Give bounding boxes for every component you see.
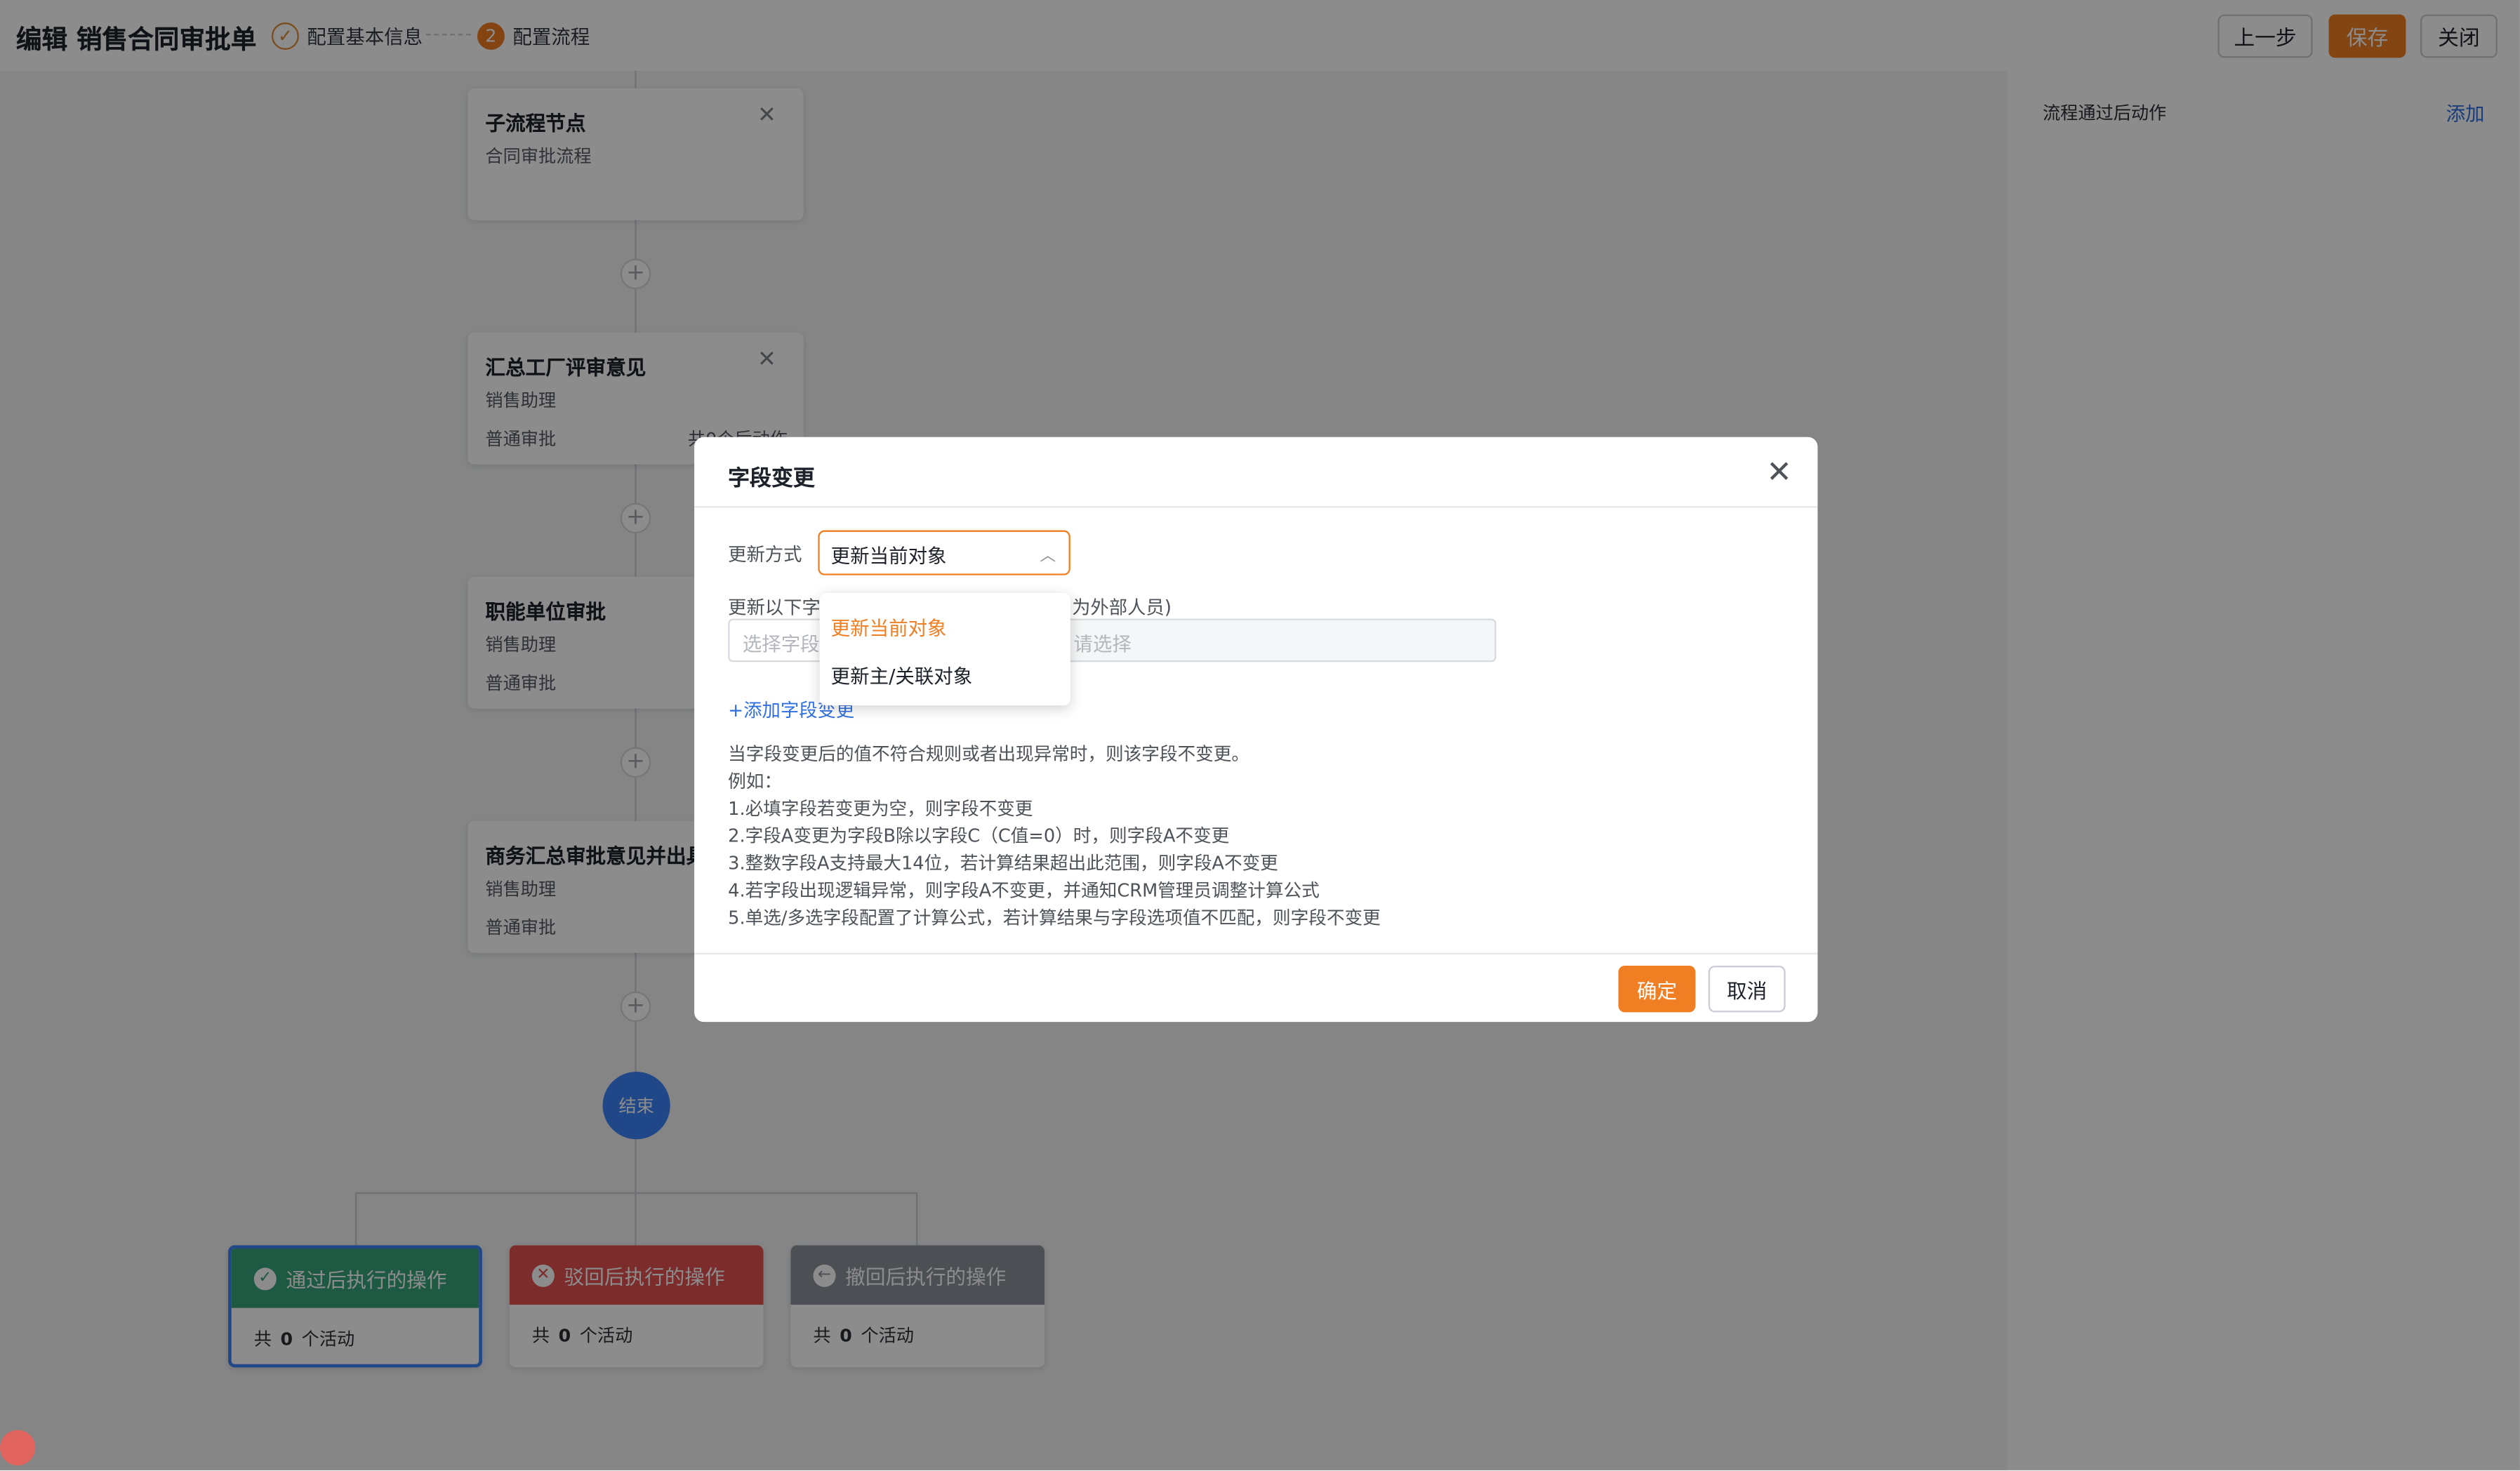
dropdown-option-related-object[interactable]: 更新主/关联对象	[831, 662, 973, 689]
dialog-title: 字段变更	[728, 465, 815, 492]
divider	[694, 506, 1818, 508]
floating-indicator[interactable]	[0, 1430, 36, 1466]
fields-label: 更新以下字	[728, 596, 821, 619]
close-icon[interactable]: ✕	[1766, 457, 1791, 489]
update-mode-select[interactable]: 更新当前对象 ︿	[818, 530, 1070, 575]
divider	[694, 952, 1818, 954]
cancel-button[interactable]: 取消	[1708, 965, 1786, 1013]
update-mode-label: 更新方式	[728, 543, 802, 566]
value-placeholder: 请选择	[1073, 633, 1132, 656]
dropdown-option-current-object[interactable]: 更新当前对象	[831, 614, 947, 641]
value-select-input[interactable]: 请选择	[1059, 618, 1497, 663]
app-root: 编辑 销售合同审批单 ✓ 配置基本信息 2 配置流程 上一步 保存 关闭 子流程…	[0, 0, 2520, 1470]
field-placeholder: 选择字段	[742, 633, 820, 656]
fields-label-tail: 为外部人员)	[1072, 596, 1172, 619]
update-mode-dropdown: 更新当前对象 更新主/关联对象	[819, 592, 1070, 706]
field-change-dialog: 字段变更 ✕ 更新方式 更新当前对象 ︿ 更新以下字 为外部人员) 选择字段 请…	[694, 437, 1818, 1023]
confirm-button[interactable]: 确定	[1618, 965, 1696, 1013]
select-value: 更新当前对象	[830, 545, 947, 568]
chevron-up-icon: ︿	[1040, 547, 1056, 566]
help-text: 当字段变更后的值不符合规则或者出现异常时，则该字段不变更。 例如： 1.必填字段…	[728, 744, 1381, 929]
